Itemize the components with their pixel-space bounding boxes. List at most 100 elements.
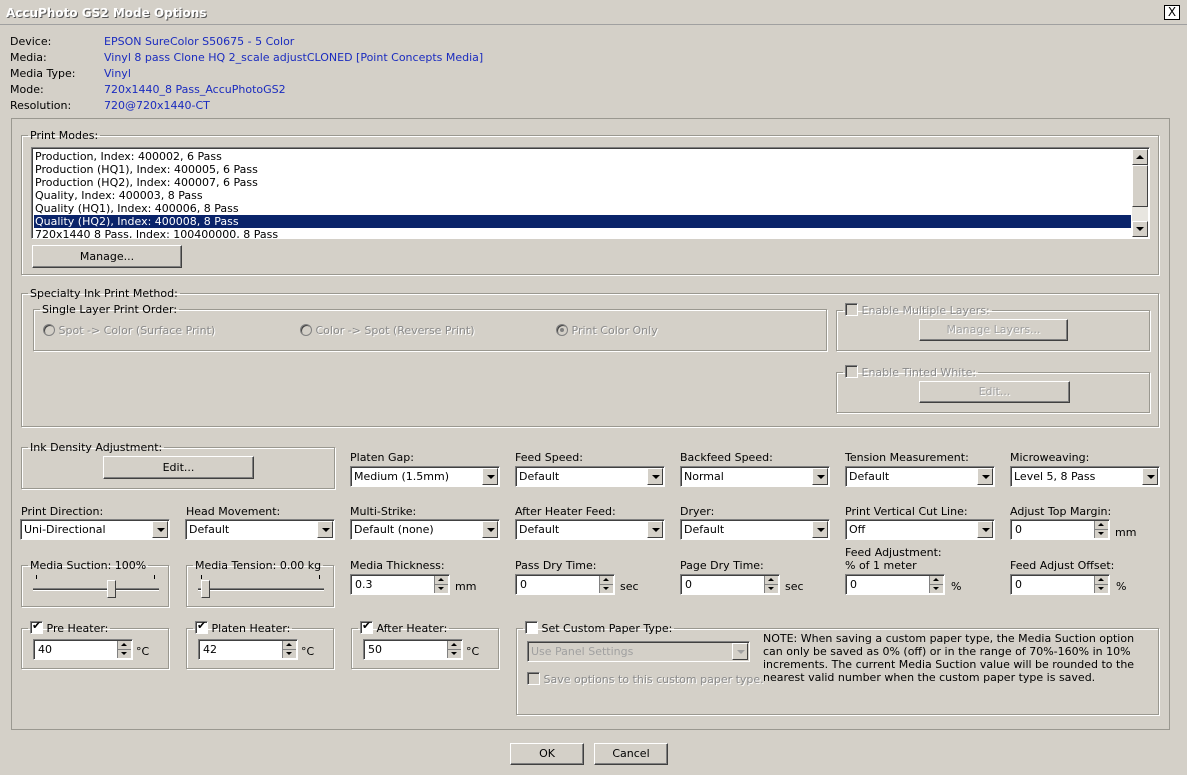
vertical-scrollbar[interactable] (1132, 149, 1148, 237)
set-custom-paper-type-checkbox[interactable]: Set Custom Paper Type: (523, 621, 674, 635)
list-item-selected[interactable]: Quality (HQ2), Index: 400008, 8 Pass (34, 215, 1131, 228)
select-value: Normal (684, 470, 724, 483)
cancel-button[interactable]: Cancel (594, 743, 668, 765)
checkbox-label: Enable Tinted White: (861, 366, 977, 379)
custom-paper-note: NOTE: When saving a custom paper type, t… (763, 632, 1135, 684)
save-options-checkbox[interactable]: Save options to this custom paper type. (527, 672, 764, 686)
print-vertical-cut-line-select[interactable]: Off (845, 519, 995, 540)
ok-button[interactable]: OK (510, 743, 584, 765)
chevron-down-icon[interactable] (152, 521, 168, 538)
list-item[interactable]: Production (HQ1), Index: 400005, 6 Pass (35, 163, 258, 176)
checkbox-checked-icon (30, 619, 43, 634)
close-icon[interactable]: X (1164, 5, 1180, 20)
spin-arrows-icon[interactable] (599, 576, 613, 593)
custom-paper-select[interactable]: Use Panel Settings (527, 641, 750, 662)
after-heater-feed-select[interactable]: Default (515, 519, 665, 540)
chevron-down-icon[interactable] (977, 521, 993, 538)
radio-label: Color -> Spot (Reverse Print) (315, 324, 475, 337)
feed-speed-select[interactable]: Default (515, 466, 665, 487)
feed-adjust-offset-input[interactable]: 0 (1010, 574, 1110, 595)
chevron-down-icon[interactable] (482, 521, 498, 538)
spin-arrows-icon[interactable] (282, 641, 296, 658)
feed-adjustment-input[interactable]: 0 (845, 574, 945, 595)
tension-measurement-label: Tension Measurement: (845, 451, 969, 464)
select-value: Default (519, 523, 560, 536)
head-movement-select[interactable]: Default (185, 519, 335, 540)
scroll-thumb[interactable] (1132, 165, 1148, 207)
chevron-down-icon[interactable] (1142, 468, 1158, 485)
input-value: 50 (368, 643, 382, 656)
pass-dry-time-label: Pass Dry Time: (515, 559, 597, 572)
chevron-down-icon[interactable] (732, 643, 748, 660)
multi-strike-select[interactable]: Default (none) (350, 519, 500, 540)
media-tension-thumb[interactable] (201, 580, 210, 598)
spin-arrows-icon[interactable] (434, 576, 448, 593)
list-item[interactable]: Quality, Index: 400003, 8 Pass (35, 189, 203, 202)
platen-gap-select[interactable]: Medium (1.5mm) (350, 466, 500, 487)
input-value: 40 (38, 643, 52, 656)
chevron-down-icon[interactable] (812, 521, 828, 538)
spin-arrows-icon[interactable] (929, 576, 943, 593)
chevron-down-icon[interactable] (812, 468, 828, 485)
select-value: Use Panel Settings (531, 645, 634, 658)
feed-speed-label: Feed Speed: (515, 451, 583, 464)
backfeed-speed-label: Backfeed Speed: (680, 451, 773, 464)
chevron-down-icon[interactable] (482, 468, 498, 485)
device-value: EPSON SureColor S50675 - 5 Color (104, 35, 295, 48)
scroll-up-icon[interactable] (1132, 149, 1148, 165)
unit-label: mm (455, 580, 477, 593)
pass-dry-time-input[interactable]: 0 (515, 574, 615, 595)
radio-label: Print Color Only (571, 324, 658, 337)
platen-heater-input[interactable]: 42 (198, 639, 298, 660)
pre-heater-input[interactable]: 40 (33, 639, 133, 660)
adjust-top-margin-input[interactable]: 0 (1010, 519, 1110, 540)
chevron-down-icon[interactable] (647, 521, 663, 538)
manage-button[interactable]: Manage... (32, 245, 182, 268)
checkbox-icon (845, 303, 858, 316)
list-item[interactable]: Quality (HQ1), Index: 400006, 8 Pass (35, 202, 239, 215)
page-dry-time-input[interactable]: 0 (680, 574, 780, 595)
checkbox-icon (525, 621, 538, 634)
media-suction-track[interactable] (33, 588, 159, 591)
tension-measurement-select[interactable]: Default (845, 466, 995, 487)
dryer-label: Dryer: (680, 505, 715, 518)
list-item[interactable]: Production (HQ2), Index: 400007, 6 Pass (35, 176, 258, 189)
after-heater-checkbox[interactable]: After Heater: (358, 619, 449, 635)
spin-arrows-icon[interactable] (764, 576, 778, 593)
pre-heater-checkbox[interactable]: Pre Heater: (28, 619, 110, 635)
list-item[interactable]: Production, Index: 400002, 6 Pass (35, 150, 222, 163)
spin-arrows-icon[interactable] (1094, 576, 1108, 593)
enable-multiple-layers-checkbox[interactable]: Enable Multiple Layers: (843, 303, 992, 317)
radio-spot-color[interactable]: Spot -> Color (Surface Print) (43, 324, 215, 337)
list-item[interactable]: 720x1440 8 Pass, Index: 100400000, 8 Pas… (35, 228, 278, 238)
backfeed-speed-select[interactable]: Normal (680, 466, 830, 487)
spin-arrows-icon[interactable] (117, 641, 131, 658)
checkbox-label: Enable Multiple Layers: (861, 304, 990, 317)
platen-gap-label: Platen Gap: (350, 451, 414, 464)
input-value: 0 (1015, 523, 1022, 536)
radio-print-color-only[interactable]: Print Color Only (556, 324, 658, 337)
media-suction-thumb[interactable] (107, 580, 116, 598)
spin-arrows-icon[interactable] (1094, 521, 1108, 538)
microweaving-select[interactable]: Level 5, 8 Pass (1010, 466, 1160, 487)
platen-heater-checkbox[interactable]: Platen Heater: (193, 619, 292, 635)
manage-layers-button[interactable]: Manage Layers... (919, 319, 1068, 341)
chevron-down-icon[interactable] (647, 468, 663, 485)
scroll-down-icon[interactable] (1132, 221, 1148, 237)
media-tension-track[interactable] (198, 588, 324, 591)
radio-color-spot[interactable]: Color -> Spot (Reverse Print) (300, 324, 475, 337)
enable-tinted-white-checkbox[interactable]: Enable Tinted White: (843, 365, 978, 379)
ink-density-edit-button[interactable]: Edit... (103, 456, 254, 479)
after-heater-input[interactable]: 50 (363, 639, 463, 660)
chevron-down-icon[interactable] (317, 521, 333, 538)
specialty-ink-legend: Specialty Ink Print Method: (30, 287, 178, 300)
title-bar[interactable]: AccuPhoto GS2 Mode Options X (0, 0, 1187, 25)
print-modes-list[interactable]: Production, Index: 400002, 6 Pass Produc… (31, 147, 1150, 239)
tinted-white-edit-button[interactable]: Edit... (919, 381, 1070, 403)
chevron-down-icon[interactable] (977, 468, 993, 485)
media-thickness-input[interactable]: 0.3 (350, 574, 450, 595)
dryer-select[interactable]: Default (680, 519, 830, 540)
spin-arrows-icon[interactable] (447, 641, 461, 658)
print-direction-select[interactable]: Uni-Directional (20, 519, 170, 540)
checkbox-label: Save options to this custom paper type. (543, 673, 764, 686)
